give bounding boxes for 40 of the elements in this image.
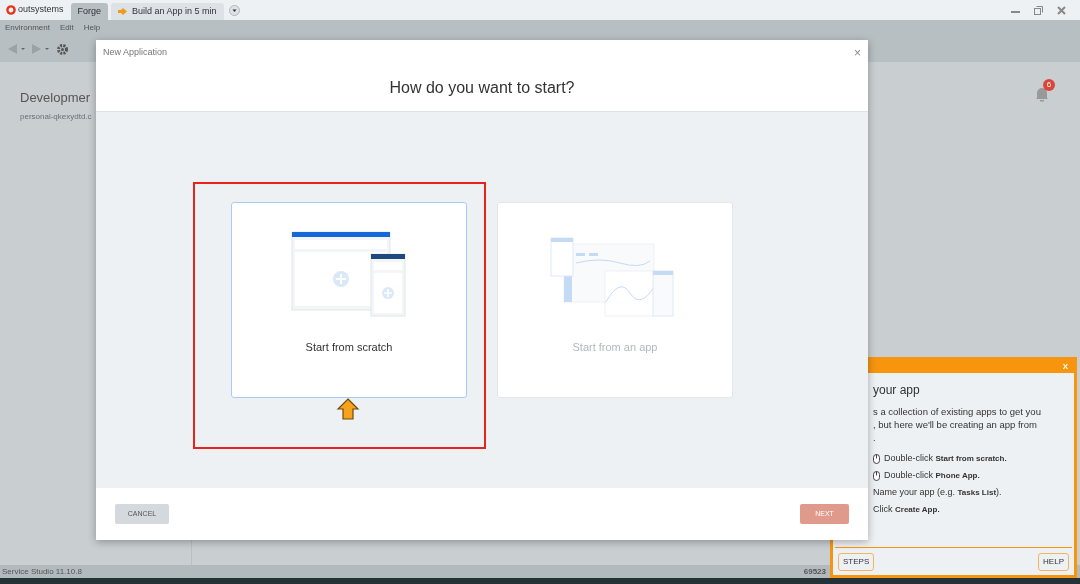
close-button[interactable]: X [1062, 362, 1068, 371]
restore-icon[interactable] [1034, 5, 1043, 15]
menu-item[interactable]: Edit [59, 22, 74, 34]
tab[interactable]: Forge [70, 3, 109, 20]
menu-item[interactable]: Environment [5, 22, 50, 34]
status-text: 69523 [803, 565, 826, 578]
tab[interactable]: Build an App in 5 min [111, 3, 224, 20]
menu-item[interactable]: Help [83, 22, 101, 34]
notification-count: 6 [1043, 79, 1055, 91]
step-text: Double-click Phone App. [884, 468, 980, 482]
logo-text: outsystems [18, 3, 64, 17]
close-icon[interactable] [1057, 5, 1066, 15]
tutorial-title: your app [873, 382, 920, 399]
intro-text: s a collection of existing apps to get you [873, 405, 1041, 418]
gear-icon[interactable] [56, 42, 69, 56]
close-button[interactable]: × [854, 46, 861, 60]
mouse-icon [873, 470, 880, 481]
intro-text: . [873, 431, 876, 444]
environment-title: Developmer [20, 89, 91, 107]
logo-icon [6, 5, 16, 15]
step-text: Name your app (e.g. Tasks List). [873, 485, 1002, 499]
tutorial-button[interactable]: STEPS [838, 552, 875, 571]
back-icon[interactable] [8, 44, 26, 54]
tutorial-button[interactable]: HELP [1038, 552, 1069, 571]
mouse-icon [873, 453, 880, 464]
option-label: Start from scratch [305, 340, 393, 355]
intro-text: , but here we'll be creating an app from [873, 418, 1037, 431]
tutorial-icon [118, 8, 128, 15]
forward-icon[interactable] [32, 44, 50, 54]
option-card[interactable]: Start from scratch [231, 202, 467, 398]
dropdown-icon[interactable] [228, 4, 240, 16]
option-label: Start from an app [572, 340, 658, 355]
arrow-pointer-icon [336, 398, 360, 420]
environment-address: personal-qkexydtd.c [20, 110, 92, 123]
version-text: Service Studio 11.10.8 [2, 565, 82, 578]
dialog-title: New Application [103, 46, 168, 59]
dialog-heading: How do you want to start? [389, 77, 575, 98]
bell-icon[interactable] [1034, 86, 1050, 102]
step-text: Click Create App. [873, 502, 940, 516]
step-text: Double-click Start from scratch. [884, 451, 1007, 465]
